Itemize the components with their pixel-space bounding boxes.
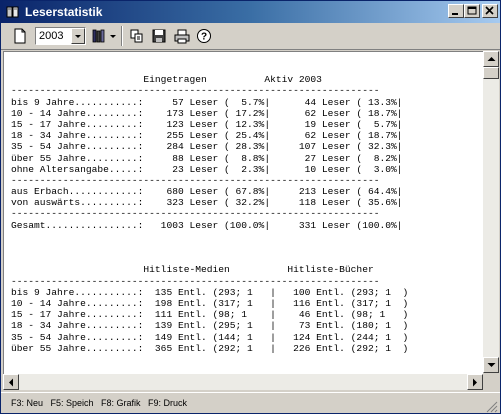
copy-icon[interactable]	[128, 27, 146, 45]
year-select[interactable]: 2003	[35, 27, 86, 45]
resize-grip-icon[interactable]	[486, 400, 498, 413]
report-line: ----------------------------------------…	[11, 208, 380, 220]
maximize-button[interactable]	[464, 4, 480, 18]
report-line: ----------------------------------------…	[11, 275, 380, 287]
report-line: ----------------------------------------…	[11, 85, 380, 97]
scrollbar-corner	[483, 374, 499, 390]
minimize-button[interactable]	[448, 4, 464, 18]
year-value: 2003	[39, 30, 64, 42]
report-line: 35 - 54 Jahre.........: 149 Entl. (144; …	[11, 331, 409, 343]
scroll-left-button[interactable]	[3, 374, 19, 390]
report-line: 18 - 34 Jahre.........: 139 Entl. (295; …	[11, 320, 409, 332]
chevron-down-icon[interactable]	[109, 27, 117, 45]
save-icon[interactable]	[150, 27, 168, 45]
report-line: 15 - 17 Jahre.........: 111 Entl. (98; 1…	[11, 309, 409, 321]
report-line: Hitliste-Medien Hitliste-Bücher	[11, 264, 374, 276]
report-line: Eingetragen Aktiv 2003	[11, 74, 322, 86]
print-icon[interactable]	[173, 27, 191, 45]
toolbar-separator	[121, 26, 123, 46]
report-line: ----------------------------------------…	[11, 174, 380, 186]
report-line: 18 - 34 Jahre.........: 255 Leser ( 25.4…	[11, 130, 403, 142]
book-icon	[5, 4, 21, 20]
report-view[interactable]: Eingetragen Aktiv 2003 ------------------…	[3, 51, 483, 374]
report-line: 10 - 14 Jahre.........: 198 Entl. (317; …	[11, 297, 409, 309]
report-line	[11, 63, 408, 74]
svg-text:?: ?	[201, 32, 207, 43]
scroll-up-button[interactable]	[483, 51, 499, 67]
report-line: bis 9 Jahre...........: 135 Entl. (293; …	[11, 286, 409, 298]
scroll-thumb[interactable]	[483, 67, 499, 79]
report-line: ohne Altersangabe.....: 23 Leser ( 2.3%|…	[11, 163, 403, 175]
books-icon[interactable]	[90, 27, 108, 45]
scroll-right-button[interactable]	[467, 374, 483, 390]
report-line: über 55 Jahre.........: 88 Leser ( 8.8%|…	[11, 152, 403, 164]
help-icon[interactable]: ?	[195, 27, 213, 45]
report-line: Gesamt................: 1003 Leser (100.…	[11, 219, 403, 231]
vertical-scrollbar[interactable]	[483, 51, 499, 373]
report-line: 10 - 14 Jahre.........: 173 Leser ( 17.2…	[11, 107, 403, 119]
status-bar: F3: Neu F5: Speich F8: Grafik F9: Druck	[1, 392, 500, 413]
report-line: 15 - 17 Jahre.........: 123 Leser ( 12.3…	[11, 118, 403, 130]
scroll-down-button[interactable]	[483, 357, 499, 373]
report-line	[11, 231, 408, 242]
report-line: von auswärts..........: 323 Leser ( 32.2…	[11, 197, 403, 209]
chevron-down-icon[interactable]	[71, 28, 85, 44]
toolbar: 2003 ?	[1, 23, 500, 50]
status-shortcuts: F3: Neu F5: Speich F8: Grafik F9: Druck	[11, 398, 188, 408]
report-line: bis 9 Jahre...........: 57 Leser ( 5.7%|…	[11, 96, 403, 108]
report-line: aus Erbach............: 680 Leser ( 67.8…	[11, 186, 403, 198]
window-title: Leserstatistik	[25, 5, 103, 19]
report-line: über 55 Jahre.........: 365 Entl. (292; …	[11, 342, 409, 354]
close-button[interactable]	[482, 4, 498, 18]
new-document-icon[interactable]	[11, 27, 29, 45]
report-line	[11, 253, 408, 264]
report-line	[11, 242, 408, 253]
title-bar[interactable]: Leserstatistik	[1, 1, 500, 23]
horizontal-scrollbar[interactable]	[3, 374, 483, 390]
leserstatistik-window: Leserstatistik 2003 ? Eingetragen Aktiv …	[0, 0, 501, 414]
report-text: Eingetragen Aktiv 2003 ------------------…	[11, 63, 408, 354]
report-line: 35 - 54 Jahre.........: 284 Leser ( 28.3…	[11, 141, 403, 153]
